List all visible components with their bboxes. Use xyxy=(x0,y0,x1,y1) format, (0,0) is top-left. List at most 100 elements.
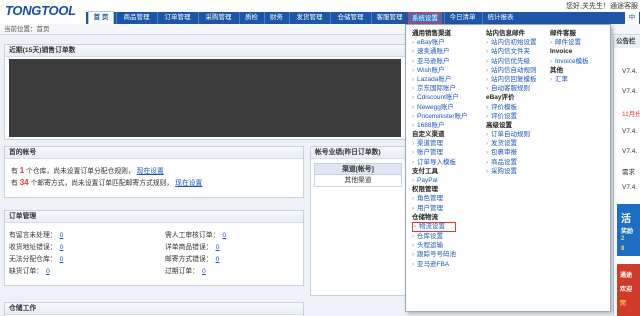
menu-section-header: 站内信息邮件 xyxy=(486,30,525,37)
tab-reports[interactable]: 统计报表 xyxy=(482,12,518,24)
address-error-link[interactable]: 0 xyxy=(60,244,64,251)
announcement-title: 公告栏 xyxy=(614,36,640,48)
channel-column-header: 渠道[帐号] xyxy=(315,164,401,175)
order-stat-row: 缺货订单： 0 xyxy=(9,265,50,275)
menu-item[interactable]: Cdiscount账户 xyxy=(412,93,468,102)
menu-item[interactable]: Newegg账户 xyxy=(412,103,468,112)
orders-title: 订单管理 xyxy=(5,211,303,223)
stat-label: 需人工审核订单： xyxy=(165,232,220,239)
shipping-method-count: 34 xyxy=(19,178,29,187)
menu-item[interactable]: 角色管理 xyxy=(412,194,468,203)
menu-item[interactable]: 渠道管理 xyxy=(412,139,468,148)
menu-item[interactable]: 自动客服规则 xyxy=(486,84,537,93)
menu-item[interactable]: 评价设置 xyxy=(486,112,537,121)
order-stat-row: 收货地址错误： 0 xyxy=(9,241,63,251)
stat-label: 收货地址错误： xyxy=(9,244,57,251)
announcement-item[interactable]: V7.4. xyxy=(622,68,637,75)
menu-item[interactable]: 订单自动规则 xyxy=(486,130,537,139)
menu-item[interactable]: 用户管理 xyxy=(412,204,468,213)
menu-item[interactable]: 订单导入模板 xyxy=(412,158,468,167)
menu-item[interactable]: 汇率 xyxy=(550,75,589,84)
announcement-item[interactable]: 需求 xyxy=(622,166,635,176)
promo-text: 奖励 xyxy=(621,229,634,235)
menu-item[interactable]: PayPal xyxy=(412,176,468,185)
stat-label: 有留言未处理： xyxy=(9,232,57,239)
tab-customer-service[interactable]: 客服管理 xyxy=(371,12,407,24)
menu-item[interactable]: 站内信文件夹 xyxy=(486,47,537,56)
menu-item[interactable]: 1688账户 xyxy=(412,121,468,130)
menu-item[interactable]: 仓库设置 xyxy=(412,232,468,241)
menu-section-header: 仓储物流 xyxy=(412,213,438,221)
tab-products[interactable]: 商品管理 xyxy=(116,12,156,24)
tab-purchase[interactable]: 采购管理 xyxy=(198,12,238,24)
logo: TONGTOOL xyxy=(5,3,76,18)
shipping-error-link[interactable]: 0 xyxy=(216,256,220,263)
menu-item[interactable]: Priceminister账户 xyxy=(412,112,468,121)
tab-home[interactable]: 首 页 xyxy=(88,11,114,25)
menu-item[interactable]: 站内信初始设置 xyxy=(486,38,537,47)
tab-shipping[interactable]: 发货管理 xyxy=(289,12,329,24)
menu-item[interactable]: Invoice模板 xyxy=(550,57,589,66)
menu-item[interactable]: 发货设置 xyxy=(486,139,537,148)
menu-item[interactable]: 商品设置 xyxy=(486,158,537,167)
tab-finance[interactable]: 财务 xyxy=(264,12,288,24)
menu-item[interactable]: 跟踪号号码池 xyxy=(412,250,468,259)
stat-label: 邮寄方式错误： xyxy=(165,256,213,263)
menu-item-logistics-settings[interactable]: 物流设置 xyxy=(412,221,456,232)
promo-banner[interactable]: 通途 欢迎 完 xyxy=(617,264,640,316)
tab-system-settings[interactable]: 系统设置 xyxy=(408,12,442,24)
order-stat-row: 无法分配仓库： 0 xyxy=(9,253,63,263)
menu-section-header: 支付工具 xyxy=(412,167,438,175)
tab-warehouse[interactable]: 仓储管理 xyxy=(330,12,370,24)
menu-item[interactable]: Wish账户 xyxy=(412,66,468,75)
no-warehouse-link[interactable]: 0 xyxy=(60,256,64,263)
set-warehouse-rule-link[interactable]: 现在设置 xyxy=(137,168,164,175)
announcement-item[interactable]: 11月份 xyxy=(622,108,640,118)
menu-section-header: 自定义渠道 xyxy=(412,131,445,139)
menu-item[interactable]: 邮件设置 xyxy=(550,38,589,47)
line1-text: 个仓库，尚未设置订单分配仓规则， xyxy=(26,168,135,175)
menu-item[interactable]: 评价模板 xyxy=(486,103,537,112)
order-stat-row: 需人工审核订单： 0 xyxy=(165,229,226,239)
announcement-item[interactable]: V7.4. xyxy=(622,184,637,191)
language-button[interactable]: 中 xyxy=(625,12,639,24)
order-stat-row: 过期订单： 0 xyxy=(165,265,206,275)
announcement-item[interactable]: V7.4. xyxy=(622,128,637,135)
tab-qc[interactable]: 质检 xyxy=(239,12,263,24)
menu-section-header: 邮件客服 xyxy=(550,30,576,37)
announcement-item[interactable]: V7.4. xyxy=(622,88,637,95)
product-error-link[interactable]: 0 xyxy=(216,244,220,251)
menu-item[interactable]: 头程运输 xyxy=(412,241,468,250)
tab-orders[interactable]: 订单管理 xyxy=(157,12,197,24)
stat-label: 详单商品错误： xyxy=(165,244,213,251)
menu-item[interactable]: 速卖通账户 xyxy=(412,47,468,56)
menu-item[interactable]: 站内信优先级 xyxy=(486,57,537,66)
menu-item[interactable]: 亚马逊账户 xyxy=(412,57,468,66)
unhandled-messages-link[interactable]: 0 xyxy=(60,232,64,239)
out-of-stock-link[interactable]: 0 xyxy=(46,268,50,275)
set-shipping-rule-link[interactable]: 现在设置 xyxy=(175,180,202,187)
menu-item[interactable]: 站内信自动规则 xyxy=(486,66,537,75)
promo-banner[interactable]: 活 奖励 2 8 xyxy=(617,204,640,256)
sales-chart-panel: 近期(15天)销售订单数 xyxy=(4,44,406,140)
expired-orders-link[interactable]: 0 xyxy=(202,268,206,275)
menu-item[interactable]: eBay账户 xyxy=(412,38,468,47)
menu-item[interactable]: 包裹审报 xyxy=(486,148,537,157)
menu-item[interactable]: 账户管理 xyxy=(412,148,468,157)
promo-text: 通途 xyxy=(620,273,633,279)
other-channel-row: 其他渠道 xyxy=(344,177,372,184)
stat-label: 缺货订单： xyxy=(9,268,43,275)
menu-item[interactable]: 亚马逊FBA xyxy=(412,260,468,269)
menu-item[interactable]: Lazada账户 xyxy=(412,75,468,84)
menu-item[interactable]: 采购设置 xyxy=(486,167,537,176)
account-sales-panel: 帐号业绩(昨日订单数) 渠道[帐号] 其他渠道 xyxy=(310,146,406,296)
menu-item[interactable]: 站内信回复模板 xyxy=(486,75,537,84)
announcement-item[interactable]: V7.4. xyxy=(622,148,637,155)
tab-today-list[interactable]: 今日清单 xyxy=(444,12,480,24)
announcement-column: 公告栏 V7.4. V7.4. 11月份 V7.4. V7.4. 需求 V7.4… xyxy=(613,36,640,316)
sales-chart-area xyxy=(9,59,401,137)
manual-review-link[interactable]: 0 xyxy=(222,232,226,239)
accounts-panel: 首的帐号 有 1 个仓库，尚未设置订单分配仓规则， 现在设置 有 34 个邮寄方… xyxy=(4,146,304,198)
stat-label: 无法分配仓库： xyxy=(9,256,57,263)
menu-item[interactable]: 京东国际账户 xyxy=(412,84,468,93)
